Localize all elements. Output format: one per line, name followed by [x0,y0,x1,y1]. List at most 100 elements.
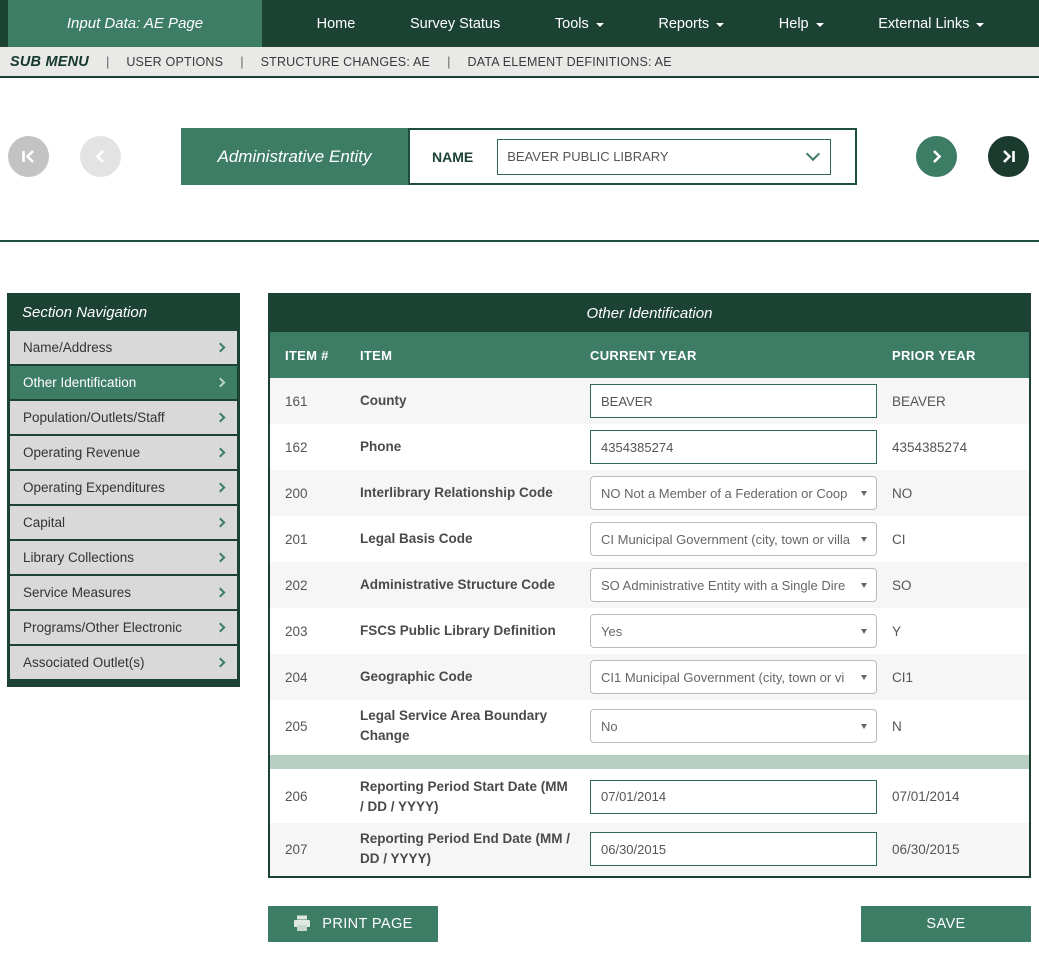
save-button[interactable]: SAVE [861,906,1031,942]
item-label: Legal Basis Code [360,529,590,549]
main-content: Section Navigation Name/Address Other Id… [0,293,1039,878]
chevron-down-icon [861,724,867,729]
nav-item-external-links[interactable]: External Links [878,16,984,32]
interlibrary-relationship-code-select[interactable]: NO Not a Member of a Federation or Coop [590,476,877,510]
sidebar-item-label: Library Collections [23,550,134,565]
section-navigation: Section Navigation Name/Address Other Id… [7,293,240,687]
name-label: NAME [432,149,473,165]
chevron-down-icon [806,147,820,161]
item-label: FSCS Public Library Definition [360,621,590,641]
last-record-button[interactable] [988,136,1029,177]
divider: | [447,54,450,69]
sidebar-item-operating-revenue[interactable]: Operating Revenue [10,436,237,469]
sidebar-item-library-collections[interactable]: Library Collections [10,541,237,574]
nav-item-label: Home [317,16,356,32]
chevron-right-icon [216,413,226,423]
divider: | [106,54,109,69]
item-label: Geographic Code [360,667,590,687]
chevron-right-icon [216,553,226,563]
nav-item-home[interactable]: Home [317,16,356,32]
nav-item-label: Survey Status [410,16,500,32]
sidebar-item-label: Capital [23,515,65,530]
county-input[interactable] [590,384,877,418]
item-label: Legal Service Area Boundary Change [360,706,590,747]
table-row: 202 Administrative Structure Code SO Adm… [270,562,1029,608]
print-page-button[interactable]: PRINT PAGE [268,906,438,942]
chevron-right-icon [216,588,226,598]
chevron-down-icon [976,23,984,27]
administrative-structure-code-select[interactable]: SO Administrative Entity with a Single D… [590,568,877,602]
sidebar-item-operating-expenditures[interactable]: Operating Expenditures [10,471,237,504]
column-header-current-year: CURRENT YEAR [590,348,892,363]
table-row: 162 Phone 4354385274 [270,424,1029,470]
reporting-period-end-date-input[interactable] [590,832,877,866]
nav-item-reports[interactable]: Reports [658,16,724,32]
nav-item-label: Tools [555,16,589,32]
last-record-icon [1000,148,1017,165]
table-row: 206 Reporting Period Start Date (MM / DD… [270,771,1029,824]
divider: | [240,54,243,69]
chevron-down-icon [596,23,604,27]
select-value: No [601,719,855,734]
chevron-down-icon [861,675,867,680]
phone-input[interactable] [590,430,877,464]
sidebar-item-associated-outlets[interactable]: Associated Outlet(s) [10,646,237,679]
save-label: SAVE [926,916,965,932]
next-record-button[interactable] [916,136,957,177]
sidebar-item-population-outlets-staff[interactable]: Population/Outlets/Staff [10,401,237,434]
chevron-down-icon [861,537,867,542]
entity-name-select[interactable]: BEAVER PUBLIC LIBRARY [497,139,831,175]
item-label: County [360,391,590,411]
column-header-prior-year: PRIOR YEAR [892,348,1029,363]
sidebar-item-label: Population/Outlets/Staff [23,410,165,425]
chevron-right-icon [928,148,945,165]
sidebar-item-other-identification[interactable]: Other Identification [10,366,237,399]
nav-tab-input-data-ae-page[interactable]: Input Data: AE Page [8,0,262,47]
item-number: 161 [285,394,360,409]
submenu-item-user-options[interactable]: USER OPTIONS [126,55,223,69]
sidebar-item-capital[interactable]: Capital [10,506,237,539]
prior-year-value: 4354385274 [892,440,1029,455]
table-row: 200 Interlibrary Relationship Code NO No… [270,470,1029,516]
entity-name-value: BEAVER PUBLIC LIBRARY [507,149,668,164]
nav-item-help[interactable]: Help [779,16,824,32]
nav-item-tools[interactable]: Tools [555,16,604,32]
item-number: 201 [285,532,360,547]
prior-year-value: N [892,719,1029,734]
nav-item-survey-status[interactable]: Survey Status [410,16,500,32]
previous-record-button[interactable] [80,136,121,177]
prior-year-value: 06/30/2015 [892,842,1029,857]
geographic-code-select[interactable]: CI1 Municipal Government (city, town or … [590,660,877,694]
printer-icon [293,915,311,932]
item-number: 202 [285,578,360,593]
sidebar-item-label: Operating Expenditures [23,480,165,495]
fscs-public-library-definition-select[interactable]: Yes [590,614,877,648]
table-row: 201 Legal Basis Code CI Municipal Govern… [270,516,1029,562]
legal-basis-code-select[interactable]: CI Municipal Government (city, town or v… [590,522,877,556]
chevron-right-icon [216,518,226,528]
select-value: CI Municipal Government (city, town or v… [601,532,855,547]
chevron-right-icon [216,658,226,668]
table-row: 161 County BEAVER [270,378,1029,424]
prior-year-value: CI1 [892,670,1029,685]
prior-year-value: Y [892,624,1029,639]
first-record-button[interactable] [8,136,49,177]
submenu-item-structure-changes[interactable]: STRUCTURE CHANGES: AE [261,55,431,69]
record-navigation: Administrative Entity NAME BEAVER PUBLIC… [0,128,1039,185]
sub-menu-bar: SUB MENU | USER OPTIONS | STRUCTURE CHAN… [0,47,1039,78]
other-identification-table: Other Identification ITEM # ITEM CURRENT… [268,293,1031,878]
legal-service-area-boundary-change-select[interactable]: No [590,709,877,743]
sidebar-item-service-measures[interactable]: Service Measures [10,576,237,609]
select-value: CI1 Municipal Government (city, town or … [601,670,855,685]
sidebar-item-name-address[interactable]: Name/Address [10,331,237,364]
chevron-down-icon [861,491,867,496]
chevron-right-icon [216,448,226,458]
item-number: 204 [285,670,360,685]
chevron-down-icon [716,23,724,27]
submenu-item-data-element-definitions[interactable]: DATA ELEMENT DEFINITIONS: AE [467,55,671,69]
sidebar-item-programs-other-electronic[interactable]: Programs/Other Electronic [10,611,237,644]
prior-year-value: BEAVER [892,394,1029,409]
chevron-right-icon [216,378,226,388]
table-title: Other Identification [270,295,1029,332]
reporting-period-start-date-input[interactable] [590,780,877,814]
